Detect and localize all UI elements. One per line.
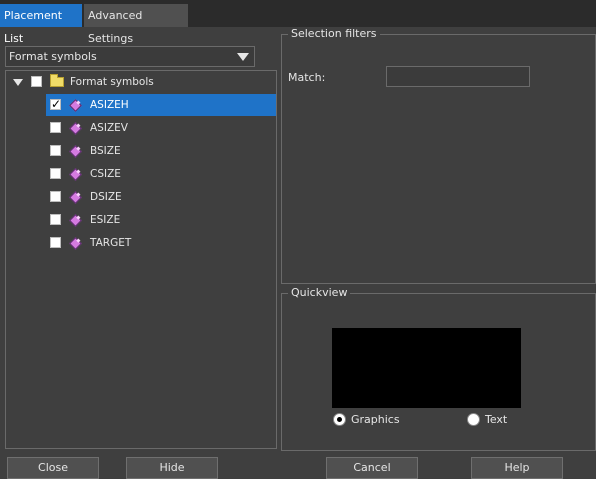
expand-arrow-icon[interactable] <box>13 79 23 86</box>
match-input[interactable] <box>386 66 530 87</box>
item-checkbox[interactable] <box>50 191 61 202</box>
item-checkbox[interactable] <box>50 237 61 248</box>
tree-item-label: ESIZE <box>90 214 121 226</box>
item-checkbox[interactable] <box>50 168 61 179</box>
item-checkbox[interactable]: ✓ <box>50 97 61 111</box>
match-label: Match: <box>288 71 326 84</box>
tree-item-label: TARGET <box>90 237 132 249</box>
tree-item-label: BSIZE <box>90 145 121 157</box>
text-radio-label: Text <box>485 413 508 426</box>
tree-item-label: ASIZEV <box>90 122 128 134</box>
chevron-down-icon[interactable] <box>237 53 249 61</box>
radio-selected-icon[interactable] <box>333 413 346 426</box>
symbol-icon <box>69 237 82 250</box>
symbol-icon <box>69 168 82 181</box>
symbol-icon <box>69 122 82 135</box>
quickview-group: Quickview Graphics Text <box>281 286 596 451</box>
graphics-radio-label: Graphics <box>351 413 400 426</box>
tree-item-label: CSIZE <box>90 168 121 180</box>
tab-bar: Placement List Advanced Settings <box>0 0 596 45</box>
tree-item-asizeh[interactable]: ✓ ASIZEH <box>46 94 276 116</box>
item-checkbox[interactable] <box>50 214 61 225</box>
symbol-icon <box>69 99 82 112</box>
selection-filters-title: Selection filters <box>288 27 380 40</box>
help-button[interactable]: Help <box>471 457 563 479</box>
symbol-category-value: Format symbols <box>9 50 97 63</box>
radio-unselected-icon[interactable] <box>467 413 480 426</box>
selection-filters-group: Selection filters Match: <box>281 27 596 284</box>
symbol-icon <box>69 214 82 227</box>
folder-icon <box>50 74 64 87</box>
tree-item-csize[interactable]: CSIZE <box>46 163 276 185</box>
quickview-title: Quickview <box>288 286 351 299</box>
hide-button[interactable]: Hide <box>126 457 218 479</box>
close-button[interactable]: Close <box>7 457 99 479</box>
quickview-preview <box>332 328 521 408</box>
tree-item-asizev[interactable]: ASIZEV <box>46 117 276 139</box>
symbol-category-select[interactable]: Format symbols <box>5 46 255 67</box>
tree-item-label: DSIZE <box>90 191 122 203</box>
item-checkbox[interactable] <box>50 122 61 133</box>
tree-root-row[interactable]: Format symbols <box>6 71 276 93</box>
tab-advanced-settings[interactable]: Advanced Settings <box>84 4 188 45</box>
tree-item-esize[interactable]: ESIZE <box>46 209 276 231</box>
tab-placement-list[interactable]: Placement List <box>0 4 82 45</box>
tree-root-label: Format symbols <box>70 76 154 88</box>
symbol-icon <box>69 145 82 158</box>
checkmark-icon: ✓ <box>51 97 62 111</box>
tree-item-dsize[interactable]: DSIZE <box>46 186 276 208</box>
cancel-button[interactable]: Cancel <box>326 457 418 479</box>
tree-item-target[interactable]: TARGET <box>46 232 276 254</box>
tree-item-label: ASIZEH <box>90 99 129 111</box>
root-checkbox[interactable] <box>31 76 42 87</box>
item-checkbox[interactable] <box>50 145 61 156</box>
symbol-icon <box>69 191 82 204</box>
symbol-tree[interactable]: Format symbols ✓ ASIZEH ASIZEV BSIZE CSI… <box>5 70 277 449</box>
tree-item-bsize[interactable]: BSIZE <box>46 140 276 162</box>
